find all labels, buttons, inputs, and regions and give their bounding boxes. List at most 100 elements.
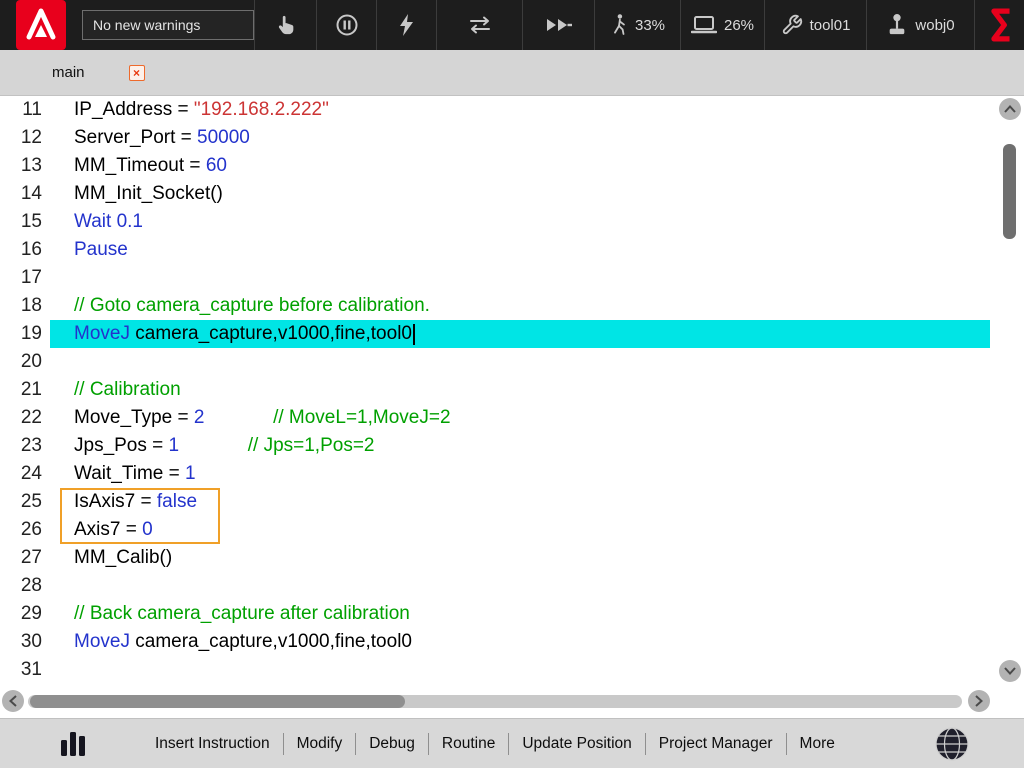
tab-main[interactable]: main × <box>46 50 151 95</box>
code-line-13[interactable]: 13MM_Timeout = 60 <box>0 152 1024 180</box>
line-number: 14 <box>0 183 50 205</box>
scroll-down-button[interactable] <box>999 660 1021 682</box>
scroll-up-button[interactable] <box>999 98 1021 120</box>
line-number: 24 <box>0 463 50 485</box>
hand-icon <box>275 13 297 37</box>
vertical-scroll-thumb[interactable] <box>1003 144 1016 239</box>
line-number: 26 <box>0 519 50 541</box>
code-line-14[interactable]: 14MM_Init_Socket() <box>0 180 1024 208</box>
code-line-12[interactable]: 12Server_Port = 50000 <box>0 124 1024 152</box>
globe-button[interactable] <box>934 726 970 762</box>
status-message-box[interactable]: No new warnings <box>82 10 254 40</box>
code-text: Wait 0.1 <box>50 208 990 236</box>
code-line-27[interactable]: 27MM_Calib() <box>0 544 1024 572</box>
wrench-icon <box>781 14 803 36</box>
menu-routine[interactable]: Routine <box>429 719 508 768</box>
tool-selector[interactable]: tool01 <box>764 0 866 50</box>
code-text: MoveJ camera_capture,v1000,fine,tool0 <box>50 320 990 348</box>
speed-indicator[interactable]: 33% <box>594 0 680 50</box>
code-line-23[interactable]: 23Jps_Pos = 1 // Jps=1,Pos=2 <box>0 432 1024 460</box>
pause-button[interactable] <box>316 0 376 50</box>
code-line-20[interactable]: 20 <box>0 348 1024 376</box>
horizontal-scrollbar[interactable] <box>0 684 1024 718</box>
speed-value: 33% <box>635 17 665 34</box>
wobj-value: wobj0 <box>915 17 954 34</box>
bottom-menu: Insert InstructionModifyDebugRoutineUpda… <box>142 719 848 768</box>
menu-insert-instruction[interactable]: Insert Instruction <box>142 719 283 768</box>
loop-icon <box>465 14 495 36</box>
top-bar: No new warnings <box>0 0 1024 50</box>
app-logo-button[interactable] <box>0 0 82 50</box>
line-number: 30 <box>0 631 50 653</box>
code-line-21[interactable]: 21// Calibration <box>0 376 1024 404</box>
horizontal-scroll-thumb[interactable] <box>30 695 405 708</box>
wobj-selector[interactable]: wobj0 <box>866 0 974 50</box>
line-number: 29 <box>0 603 50 625</box>
line-number: 12 <box>0 127 50 149</box>
code-line-25[interactable]: 25IsAxis7 = false <box>0 488 1024 516</box>
code-line-29[interactable]: 29// Back camera_capture after calibrati… <box>0 600 1024 628</box>
line-number: 11 <box>0 99 50 121</box>
code-text <box>50 264 990 292</box>
editor-lines: 11IP_Address = "192.168.2.222"12Server_P… <box>0 96 1024 684</box>
code-line-26[interactable]: 26Axis7 = 0 <box>0 516 1024 544</box>
chevron-left-icon <box>9 695 17 707</box>
scroll-right-button[interactable] <box>968 690 990 712</box>
line-number: 31 <box>0 659 50 681</box>
line-number: 17 <box>0 267 50 289</box>
scroll-left-button[interactable] <box>2 690 24 712</box>
tab-close-icon[interactable]: × <box>129 65 145 81</box>
code-text <box>50 572 990 600</box>
menu-project-manager[interactable]: Project Manager <box>646 719 786 768</box>
text-caret <box>413 324 415 345</box>
menu-more[interactable]: More <box>787 719 848 768</box>
code-text: Move_Type = 2 // MoveL=1,MoveJ=2 <box>50 404 990 432</box>
columns-icon-button[interactable] <box>58 729 88 759</box>
joystick-icon <box>886 13 908 37</box>
horizontal-scroll-track[interactable] <box>28 695 962 708</box>
vertical-scrollbar[interactable] <box>997 98 1023 682</box>
line-number: 27 <box>0 547 50 569</box>
code-line-17[interactable]: 17 <box>0 264 1024 292</box>
columns-icon <box>58 729 88 759</box>
line-number: 22 <box>0 407 50 429</box>
pause-circle-icon <box>335 13 359 37</box>
code-text: // Goto camera_capture before calibratio… <box>50 292 990 320</box>
code-line-30[interactable]: 30MoveJ camera_capture,v1000,fine,tool0 <box>0 628 1024 656</box>
code-line-31[interactable]: 31 <box>0 656 1024 684</box>
code-text: Server_Port = 50000 <box>50 124 990 152</box>
hand-jog-button[interactable] <box>254 0 316 50</box>
brand-logo <box>987 6 1013 44</box>
bottom-bar: Insert InstructionModifyDebugRoutineUpda… <box>0 718 1024 768</box>
line-number: 16 <box>0 239 50 261</box>
line-number: 19 <box>0 323 50 345</box>
code-line-24[interactable]: 24Wait_Time = 1 <box>0 460 1024 488</box>
code-line-16[interactable]: 16Pause <box>0 236 1024 264</box>
line-number: 25 <box>0 491 50 513</box>
code-text: MM_Init_Socket() <box>50 180 990 208</box>
menu-debug[interactable]: Debug <box>356 719 428 768</box>
menu-update-position[interactable]: Update Position <box>509 719 644 768</box>
code-line-22[interactable]: 22Move_Type = 2 // MoveL=1,MoveJ=2 <box>0 404 1024 432</box>
code-text: // Calibration <box>50 376 990 404</box>
code-text: Axis7 = 0 <box>50 516 990 544</box>
code-line-28[interactable]: 28 <box>0 572 1024 600</box>
servo-power-button[interactable] <box>376 0 436 50</box>
code-text: MM_Timeout = 60 <box>50 152 990 180</box>
menu-modify[interactable]: Modify <box>284 719 356 768</box>
loop-mode-button[interactable] <box>436 0 522 50</box>
continuous-run-button[interactable] <box>522 0 594 50</box>
code-line-11[interactable]: 11IP_Address = "192.168.2.222" <box>0 96 1024 124</box>
code-line-19[interactable]: 19MoveJ camera_capture,v1000,fine,tool0 <box>0 320 1024 348</box>
code-line-18[interactable]: 18// Goto camera_capture before calibrat… <box>0 292 1024 320</box>
line-number: 18 <box>0 295 50 317</box>
code-editor[interactable]: 11IP_Address = "192.168.2.222"12Server_P… <box>0 96 1024 684</box>
status-message: No new warnings <box>93 17 200 33</box>
system-load-indicator[interactable]: 26% <box>680 0 764 50</box>
code-line-15[interactable]: 15Wait 0.1 <box>0 208 1024 236</box>
code-text: IsAxis7 = false <box>50 488 990 516</box>
tab-label: main <box>52 64 85 81</box>
brand-logo-cell <box>974 0 1024 50</box>
fast-forward-icon <box>544 15 574 35</box>
code-text <box>50 656 990 684</box>
